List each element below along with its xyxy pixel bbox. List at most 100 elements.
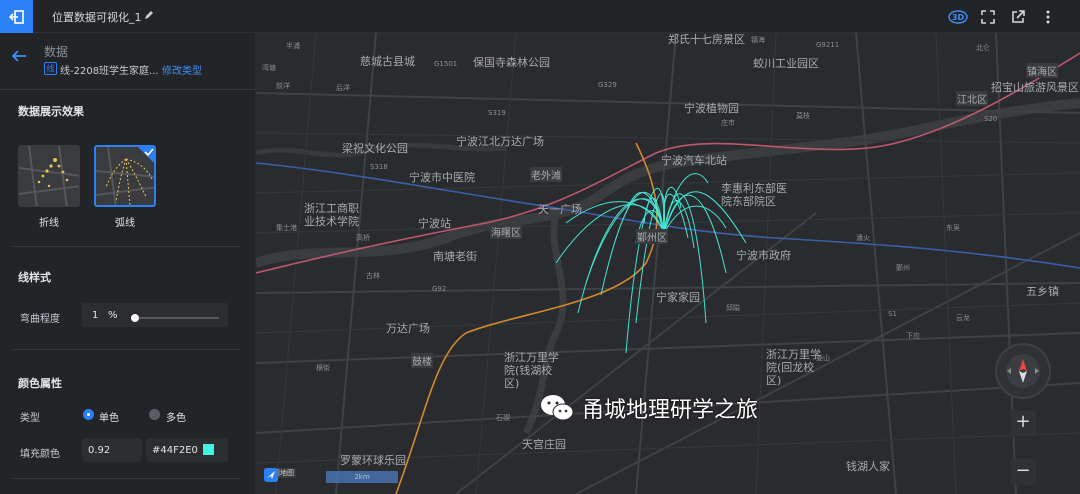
compass-icon bbox=[1006, 354, 1040, 388]
dataset-name: 线-2208班学生家庭... bbox=[60, 66, 159, 77]
type-multi-radio[interactable] bbox=[149, 409, 160, 420]
style-option-polyline[interactable] bbox=[18, 145, 80, 207]
map-label: 宁波市中医院 bbox=[409, 171, 475, 184]
zoom-out-button[interactable]: − bbox=[1010, 459, 1036, 485]
map-label: 宁波市政府 bbox=[736, 249, 791, 262]
map-label: 天一广场 bbox=[538, 203, 582, 216]
map-label: 半浦 bbox=[286, 42, 300, 50]
map-label: 后洋 bbox=[336, 84, 350, 92]
road-label: G9211 bbox=[816, 41, 840, 49]
map-label: 横街 bbox=[316, 364, 330, 372]
metro-station-label: 老外滩 bbox=[530, 167, 562, 182]
effect-section-title: 数据展示效果 bbox=[18, 105, 84, 118]
road-label: G329 bbox=[598, 81, 617, 89]
road-label: G1501 bbox=[434, 60, 458, 68]
road-label: S20 bbox=[984, 115, 998, 123]
divider bbox=[12, 349, 240, 350]
map-provider-logo: 高德地图 bbox=[264, 468, 296, 482]
share-icon bbox=[1012, 10, 1025, 23]
map-label: 浙江工商职业技术学院 bbox=[304, 202, 359, 228]
fill-opacity-value[interactable]: 0.92 bbox=[88, 445, 110, 456]
road-label: S1 bbox=[888, 310, 897, 318]
more-button[interactable] bbox=[1038, 7, 1058, 27]
type-label: 类型 bbox=[20, 413, 40, 424]
type-multi-label[interactable]: 多色 bbox=[166, 409, 186, 424]
fill-color-swatch[interactable] bbox=[203, 444, 214, 455]
map-label: 云龙 bbox=[956, 314, 970, 322]
map-label: 北仑 bbox=[976, 44, 990, 52]
map-label: 东吴 bbox=[946, 224, 960, 232]
divider bbox=[0, 89, 256, 90]
style-label-polyline: 折线 bbox=[39, 218, 59, 229]
map-label: 前洋 bbox=[276, 82, 290, 90]
exit-icon bbox=[8, 9, 24, 24]
metro-station-label: 镇海区 bbox=[1026, 63, 1058, 78]
map-label: 庄市 bbox=[721, 119, 735, 127]
panel-title: 数据 bbox=[44, 45, 69, 59]
3d-icon: 3D bbox=[948, 10, 968, 24]
curvature-label: 弯曲程度 bbox=[20, 314, 60, 325]
exit-button[interactable] bbox=[0, 0, 33, 33]
map-label: 慈城古县城 bbox=[360, 55, 415, 68]
map-label: 蛟川工业园区 bbox=[753, 57, 819, 70]
fill-color-label: 填充颜色 bbox=[20, 449, 60, 460]
map-label: 宁波植物园 bbox=[684, 102, 739, 115]
curvature-slider-handle[interactable] bbox=[131, 314, 139, 322]
dataset-type-badge: 线 bbox=[44, 62, 57, 75]
color-section-title: 颜色属性 bbox=[18, 377, 62, 390]
map-label: 梁祝文化公园 bbox=[342, 142, 408, 155]
style-option-arc[interactable] bbox=[94, 145, 156, 207]
map-label: 集士港 bbox=[276, 224, 297, 232]
compass-control[interactable] bbox=[995, 343, 1051, 399]
edit-icon[interactable] bbox=[143, 9, 155, 21]
map-label: 潘火 bbox=[856, 234, 870, 242]
map-label: 莫枝 bbox=[796, 112, 810, 120]
wechat-icon bbox=[541, 395, 574, 421]
map-label: 南塘老街 bbox=[433, 250, 477, 263]
style-label-arc: 弧线 bbox=[115, 218, 135, 229]
fill-color-hex[interactable]: #44F2E0 bbox=[152, 445, 198, 456]
change-type-link[interactable]: 修改类型 bbox=[162, 62, 202, 77]
3d-toggle-button[interactable]: 3D bbox=[948, 7, 968, 27]
line-style-section-title: 线样式 bbox=[18, 271, 51, 284]
fullscreen-icon bbox=[981, 10, 995, 24]
metro-station-label: 鼓楼 bbox=[411, 353, 433, 368]
map-label: 浙江万里学院(钱湖校区) bbox=[504, 351, 559, 390]
amap-logo-icon bbox=[264, 468, 278, 482]
map-scale-bar: 2km bbox=[326, 471, 398, 483]
map-label: 宁家家园 bbox=[656, 291, 700, 304]
top-toolbar: 位置数据可视化_1 3D bbox=[0, 0, 1080, 33]
map-canvas[interactable]: 宁波江北万达广场 宁波汽车北站 宁波市中医院 梁祝文化公园 浙江工商职业技术学院… bbox=[256, 33, 1080, 494]
map-label: 天宫庄园 bbox=[522, 438, 566, 451]
metro-station-label: 鄞州区 bbox=[636, 229, 668, 244]
svg-text:3D: 3D bbox=[952, 13, 965, 22]
more-icon bbox=[1046, 10, 1050, 24]
curvature-field bbox=[82, 303, 228, 327]
map-label: 宁波汽车北站 bbox=[661, 154, 727, 167]
share-button[interactable] bbox=[1008, 7, 1028, 27]
divider bbox=[12, 246, 240, 247]
metro-station-label: 江北区 bbox=[956, 91, 988, 106]
map-label: 鄞州 bbox=[896, 264, 910, 272]
type-single-radio[interactable] bbox=[83, 409, 94, 420]
curvature-slider-track[interactable] bbox=[134, 317, 219, 319]
document-title[interactable]: 位置数据可视化_1 bbox=[52, 9, 142, 25]
map-label: 李惠利东部医院东部院区 bbox=[721, 182, 787, 208]
map-label: 保国寺森林公园 bbox=[473, 56, 550, 69]
map-label: 镇海 bbox=[751, 36, 765, 44]
zoom-in-button[interactable]: + bbox=[1010, 410, 1036, 436]
type-single-label[interactable]: 单色 bbox=[99, 409, 119, 424]
curvature-value[interactable]: 1 bbox=[92, 310, 98, 321]
map-label: 石碶 bbox=[496, 414, 510, 422]
watermark: 甬城地理研学之旅 bbox=[540, 392, 758, 424]
fullscreen-button[interactable] bbox=[978, 7, 998, 27]
map-label: 招宝山旅游风景区 bbox=[991, 81, 1079, 94]
map-label: 罗蒙环球乐园 bbox=[340, 454, 406, 467]
back-arrow-icon[interactable] bbox=[11, 48, 27, 64]
map-label: 郑氏十七房景区 bbox=[668, 33, 745, 46]
divider bbox=[12, 478, 240, 479]
polyline-thumbnail-icon bbox=[19, 146, 79, 206]
road-label: S319 bbox=[488, 109, 506, 117]
settings-panel: 数据 线 线-2208班学生家庭... 修改类型 数据展示效果 折线 弧线 线样… bbox=[0, 33, 256, 494]
map-label: 邱隘 bbox=[726, 304, 740, 312]
